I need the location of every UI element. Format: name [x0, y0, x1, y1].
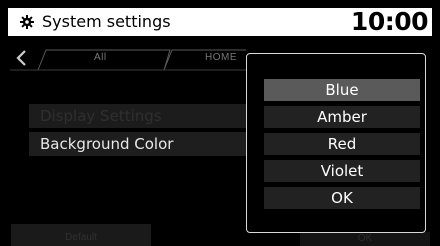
option-blue[interactable]: Blue	[264, 79, 420, 101]
list-item-background-color[interactable]: Background Color	[29, 132, 259, 156]
ok-button-background-label: OK	[357, 233, 373, 244]
list-item-display-settings[interactable]: Display Settings	[29, 104, 259, 128]
list-item-label: Display Settings	[40, 107, 162, 125]
ok-button-background[interactable]: OK	[300, 232, 430, 246]
option-red[interactable]: Red	[264, 133, 420, 155]
tab-home[interactable]: HOME	[205, 52, 237, 63]
clock: 10:00	[350, 7, 429, 36]
list-item-label: Background Color	[40, 135, 174, 153]
gear-icon	[20, 15, 34, 29]
ok-button[interactable]: OK	[264, 187, 420, 209]
default-button[interactable]: Default	[11, 224, 151, 246]
default-button-label: Default	[65, 232, 97, 243]
option-violet[interactable]: Violet	[264, 160, 420, 182]
option-amber[interactable]: Amber	[264, 106, 420, 128]
page-title: System settings	[42, 12, 171, 31]
screen: System settings 10:00 All HOME Display S…	[0, 0, 440, 246]
color-popup: Blue Amber Red Violet OK	[246, 53, 426, 233]
title-bar: System settings 10:00	[8, 7, 432, 36]
tab-all[interactable]: All	[94, 52, 107, 63]
